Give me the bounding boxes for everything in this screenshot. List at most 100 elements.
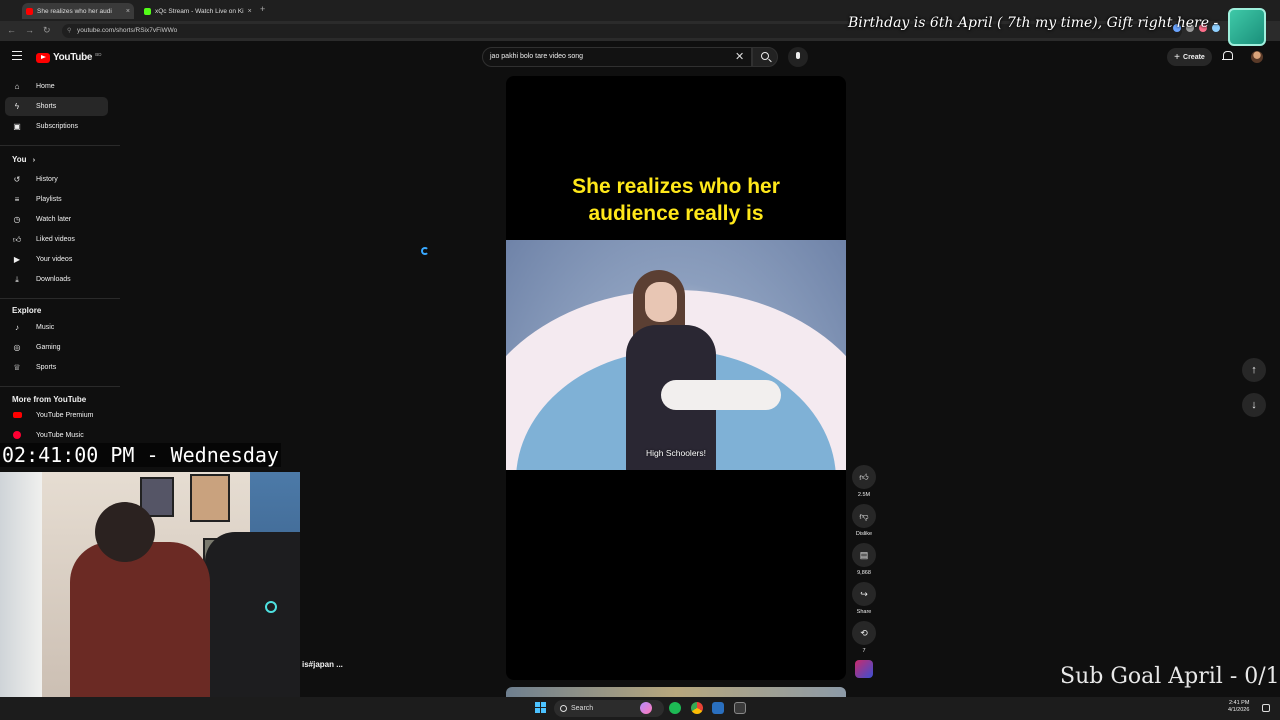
account-avatar[interactable]	[1251, 51, 1263, 63]
explore-heading: Explore	[12, 306, 42, 315]
windows-start-icon[interactable]	[535, 702, 546, 713]
sidebar-item-subscriptions[interactable]: ▣ Subscriptions	[5, 117, 108, 136]
you-heading-label: You	[12, 155, 27, 164]
history-icon: ↺	[13, 175, 21, 184]
more-from-youtube-heading: More from YouTube	[12, 395, 87, 404]
search-button[interactable]	[752, 47, 778, 67]
video-subtitle: High Schoolers!	[645, 448, 706, 458]
like-count: 2.5M	[857, 492, 871, 498]
youtube-play-icon	[36, 52, 50, 63]
notification-center-icon[interactable]	[1262, 704, 1270, 712]
sidebar-item-your-videos[interactable]: ▶ Your videos	[5, 250, 108, 269]
youtube-favicon-icon	[26, 7, 33, 15]
comment-count: 9,868	[857, 570, 871, 576]
sidebar-item-label: Shorts	[36, 103, 57, 110]
create-button[interactable]: + Create	[1167, 48, 1212, 66]
forward-icon[interactable]: →	[25, 25, 34, 35]
remix-button[interactable]: ⟲	[852, 621, 876, 645]
notifications-bell-icon[interactable]	[1222, 51, 1233, 62]
sidebar-item-youtube-premium[interactable]: YouTube Premium	[5, 406, 108, 425]
sidebar-item-label: Subscriptions	[36, 123, 79, 130]
logo-country-code: BD	[95, 52, 102, 57]
gaming-icon: ◎	[13, 343, 21, 352]
sidebar-item-shorts[interactable]: ϟ Shorts	[5, 97, 108, 116]
logo-text: YouTube	[53, 52, 93, 63]
liked-videos-icon: 👍︎	[12, 234, 22, 244]
remix-icon: ⟲	[860, 627, 868, 638]
remix-count: 7	[862, 648, 866, 654]
your-videos-icon: ▶	[13, 255, 21, 264]
sidebar-item-label: Gaming	[36, 344, 61, 351]
spotify-icon[interactable]	[669, 702, 681, 714]
plus-icon: +	[1174, 51, 1181, 63]
search-input[interactable]: jao pakhi bolo tare video song	[482, 47, 752, 67]
new-tab-icon[interactable]: +	[260, 4, 265, 14]
share-button[interactable]: ↪	[852, 582, 876, 606]
previous-short-button[interactable]: ↑	[1242, 358, 1266, 382]
sidebar-item-label: Home	[36, 83, 55, 90]
arrow-down-icon: ↓	[1251, 399, 1257, 411]
sub-goal-overlay: Sub Goal April - 0/10	[1060, 664, 1280, 689]
sidebar-item-liked-videos[interactable]: 👍︎ Liked videos	[5, 230, 108, 249]
chevron-right-icon: ›	[32, 157, 36, 164]
browser-tab-active[interactable]: She realizes who her audi ×	[22, 3, 134, 19]
url-text: youtube.com/shorts/RSix7vFiWWo	[77, 27, 178, 34]
caption-line: She realizes who her	[572, 175, 780, 198]
close-tab-icon[interactable]: ×	[248, 8, 252, 15]
copilot-icon[interactable]	[640, 702, 652, 714]
you-section-heading[interactable]: You ›	[12, 155, 35, 164]
taskbar-date: 4/1/2026	[1228, 707, 1250, 713]
windows-taskbar: Search 2:41 PM 4/1/2026	[0, 697, 1280, 720]
sidebar-item-gaming[interactable]: ◎ Gaming	[5, 338, 108, 357]
short-video-player[interactable]: She realizes who her audience really is …	[506, 76, 846, 680]
sidebar-item-history[interactable]: ↺ History	[5, 170, 108, 189]
thumbs-down-icon: 👎︎	[859, 510, 869, 521]
sidebar-item-label: Music	[36, 324, 55, 331]
sidebar-item-downloads[interactable]: ⤓ Downloads	[5, 270, 108, 289]
reload-icon[interactable]: ↻	[43, 25, 51, 36]
sound-thumbnail[interactable]	[855, 660, 873, 678]
thumbs-up-icon: 👍︎	[859, 471, 869, 482]
chrome-icon[interactable]	[691, 702, 703, 714]
clock-overlay: 02:41:00 PM - Wednesday	[0, 443, 281, 467]
sidebar-item-label: Liked videos	[36, 236, 75, 243]
browser-tab[interactable]: xQc Stream - Watch Live on Ki ×	[140, 3, 252, 19]
wall-photo	[190, 474, 230, 522]
sidebar-item-label: YouTube Music	[36, 432, 84, 439]
sidebar-item-label: Sports	[36, 364, 57, 371]
kick-favicon-icon	[144, 7, 151, 15]
sidebar-item-music[interactable]: ♪ Music	[5, 318, 108, 337]
steam-icon[interactable]	[712, 702, 724, 714]
sidebar-item-label: History	[36, 176, 58, 183]
sports-icon: ♕	[13, 363, 21, 372]
like-button[interactable]: 👍︎	[852, 465, 876, 489]
close-tab-icon[interactable]: ×	[126, 8, 130, 15]
short-title-peek[interactable]: is#japan ...	[302, 660, 343, 669]
comments-button[interactable]: ▤	[852, 543, 876, 567]
dislike-button[interactable]: 👎︎	[852, 504, 876, 528]
voice-search-button[interactable]	[788, 47, 808, 67]
short-caption: She realizes who her audience really is	[506, 173, 846, 227]
site-info-icon[interactable]: ⚲	[67, 24, 71, 38]
comment-icon: ▤	[859, 549, 869, 560]
youtube-logo[interactable]: YouTube BD	[36, 52, 101, 63]
menu-icon[interactable]	[12, 51, 22, 60]
search-icon	[761, 52, 769, 60]
clear-search-icon[interactable]: ✕	[735, 50, 744, 63]
create-label: Create	[1183, 53, 1205, 61]
next-short-button[interactable]: ↓	[1242, 393, 1266, 417]
loading-spinner	[421, 247, 429, 255]
caption-line: audience really is	[588, 202, 764, 225]
youtube-premium-icon	[11, 411, 23, 420]
watch-later-icon: ◷	[13, 215, 21, 224]
taskbar-clock[interactable]: 2:41 PM 4/1/2026	[1228, 700, 1249, 714]
music-icon: ♪	[15, 323, 19, 332]
back-icon[interactable]: ←	[7, 25, 16, 35]
playlists-icon: ≡	[14, 195, 20, 204]
sidebar-divider	[0, 298, 120, 299]
sidebar-item-home[interactable]: ⌂ Home	[5, 77, 108, 96]
terminal-icon[interactable]	[734, 702, 746, 714]
sidebar-item-watch-later[interactable]: ◷ Watch later	[5, 210, 108, 229]
sidebar-item-playlists[interactable]: ≡ Playlists	[5, 190, 108, 209]
sidebar-item-sports[interactable]: ♕ Sports	[5, 358, 108, 377]
